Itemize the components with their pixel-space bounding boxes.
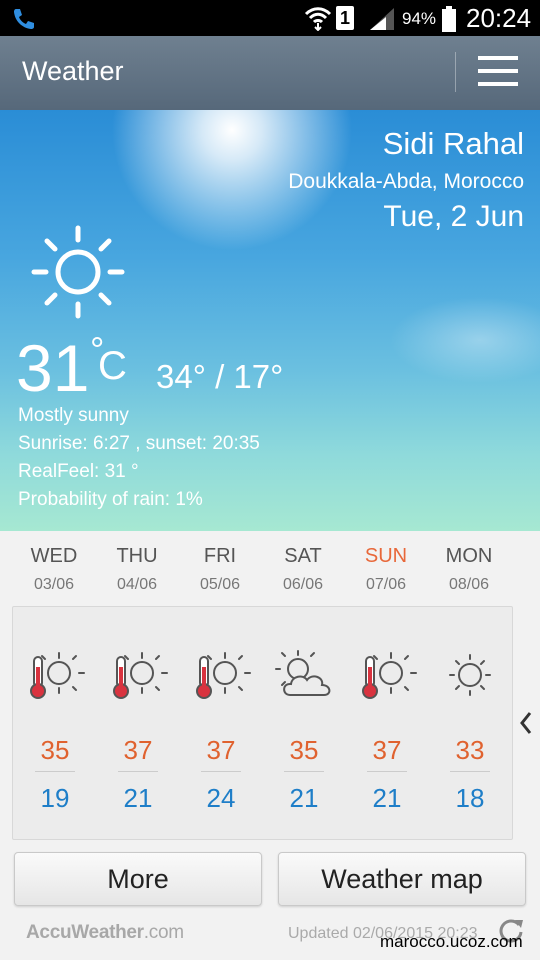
phone-icon: [14, 9, 34, 29]
current-date: Tue, 2 Jun: [383, 200, 524, 233]
weather-condition: Mostly sunny: [18, 405, 129, 426]
day-name: FRI: [203, 545, 237, 567]
sun-times: Sunrise: 6:27 , sunset: 20:35: [18, 433, 260, 454]
app-title: Weather: [22, 56, 124, 86]
region-name: Doukkala-Abda, Morocco: [288, 170, 524, 193]
hot-sun-icon: [113, 652, 168, 699]
temp-separator: [284, 771, 324, 772]
day-date: 05/06: [199, 576, 241, 593]
day-date: 04/06: [116, 576, 158, 593]
high-temp: 37: [372, 735, 402, 765]
high-low-temperature: 34° / 17°: [156, 358, 284, 395]
low-temp: 19: [40, 783, 70, 813]
status-clock: 20:24: [466, 3, 532, 33]
realfeel: RealFeel: 31 °: [18, 461, 139, 482]
current-temperature: 31: [16, 331, 90, 405]
forecast-day-headers: WED 03/06 THU 04/06 FRI 05/06 SAT 06/06 …: [0, 531, 540, 607]
logo-suffix: .com: [143, 922, 184, 943]
weather-map-button[interactable]: Weather map: [278, 852, 526, 906]
accuweather-logo[interactable]: AccuWeather.com: [26, 922, 184, 944]
forecast-column[interactable]: 37 21: [345, 607, 429, 841]
temperature-unit: ° C: [90, 329, 127, 396]
forecast-day: MON 08/06: [427, 545, 511, 594]
battery-percent: 94%: [402, 9, 437, 28]
signal-icon: [370, 8, 394, 30]
day-name: WED: [30, 545, 78, 567]
forecast-day: THU 04/06: [95, 545, 179, 594]
forecast-column[interactable]: 35 21: [262, 607, 346, 841]
low-temp: 18: [455, 783, 485, 813]
forecast-day: SAT 06/06: [261, 545, 345, 594]
app-bar: Weather: [0, 36, 540, 110]
day-date: 03/06: [33, 576, 75, 593]
hot-sun-icon: [362, 652, 417, 699]
low-temp: 21: [289, 783, 319, 813]
high-temp: 35: [40, 735, 70, 765]
temp-separator: [201, 771, 241, 772]
day-date: 07/06: [365, 576, 407, 593]
chevron-left-icon[interactable]: [518, 710, 534, 736]
hot-sun-icon: [30, 652, 85, 699]
degree-symbol: °: [90, 329, 105, 370]
day-date: 06/06: [282, 576, 324, 593]
sim-slot-indicator: 1: [336, 6, 354, 30]
high-temp: 35: [289, 735, 319, 765]
day-name: SAT: [284, 545, 322, 567]
sun-icon: [449, 654, 491, 696]
more-button[interactable]: More: [14, 852, 262, 906]
sun-icon: [31, 225, 125, 319]
high-temp: 33: [455, 735, 485, 765]
forecast-day: FRI 05/06: [178, 545, 262, 594]
watermark: marocco.ucoz.com: [380, 932, 523, 951]
day-name: MON: [445, 545, 493, 567]
temp-separator: [35, 771, 75, 772]
wifi-icon: [304, 7, 332, 31]
low-temp: 24: [206, 783, 236, 813]
high-temp: 37: [206, 735, 236, 765]
partly-cloudy-icon: [275, 650, 331, 696]
app-bar-divider: [455, 52, 456, 92]
battery-icon: [442, 6, 456, 32]
current-weather-panel: Sidi Rahal Doukkala-Abda, Morocco Tue, 2…: [0, 110, 540, 531]
day-name: SUN: [364, 545, 408, 567]
forecast-column[interactable]: 37 21: [96, 607, 180, 841]
forecast-column[interactable]: 37 24: [179, 607, 263, 841]
logo-text: AccuWeather: [26, 922, 144, 943]
forecast-column[interactable]: 33 18: [428, 607, 512, 841]
temp-separator: [450, 771, 490, 772]
status-bar: 1 94% 20:24: [0, 0, 540, 36]
low-temp: 21: [372, 783, 402, 813]
forecast-column[interactable]: 35 19: [13, 607, 97, 841]
high-temp: 37: [123, 735, 153, 765]
forecast-panel[interactable]: 35 19 37 21 37 24 35 21 37 21 33 18: [12, 606, 513, 840]
low-temp: 21: [123, 783, 153, 813]
temp-separator: [118, 771, 158, 772]
city-name: Sidi Rahal: [382, 126, 524, 161]
menu-icon[interactable]: [478, 56, 518, 90]
day-date: 08/06: [448, 576, 490, 593]
forecast-day: WED 03/06: [12, 545, 96, 594]
rain-probability: Probability of rain: 1%: [18, 489, 203, 510]
day-name: THU: [116, 545, 158, 567]
forecast-day: SUN 07/06: [344, 545, 428, 594]
hot-sun-icon: [196, 652, 251, 699]
temp-separator: [367, 771, 407, 772]
